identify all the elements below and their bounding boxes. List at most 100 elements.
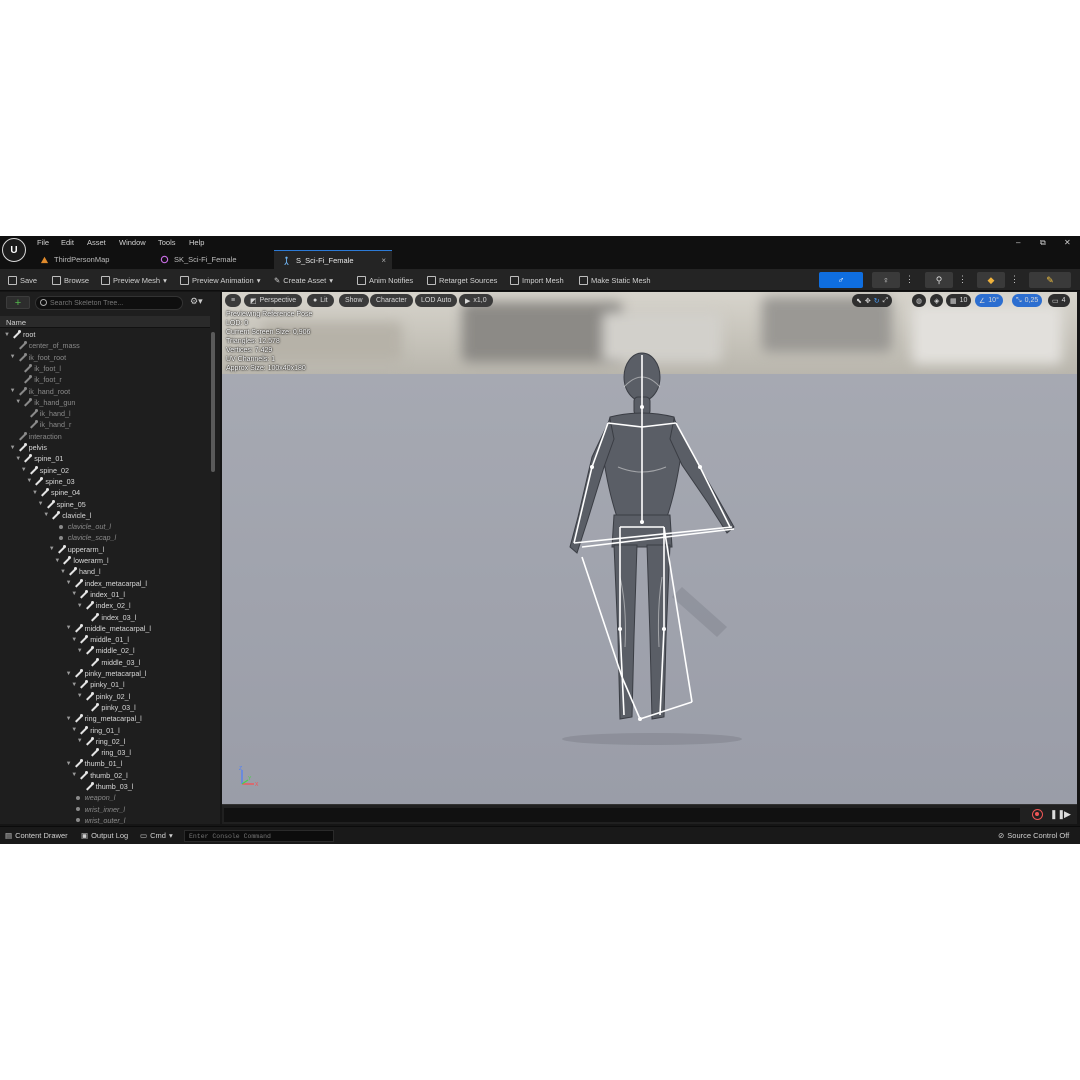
add-bone-button[interactable]: + — [6, 296, 30, 309]
expand-chevron-icon[interactable]: ▼ — [15, 456, 21, 462]
tree-row-middle-03-l[interactable]: middle_03_l — [82, 657, 140, 668]
tree-row-clavicle-l[interactable]: ▼ clavicle_l — [43, 510, 91, 521]
expand-chevron-icon[interactable]: ▼ — [77, 738, 83, 744]
column-header[interactable]: Name — [0, 316, 210, 328]
tree-row-thumb-03-l[interactable]: thumb_03_l — [77, 781, 133, 792]
expand-chevron-icon[interactable]: ▼ — [71, 591, 77, 597]
tree-row-ik-hand-r[interactable]: ik_hand_r — [21, 419, 71, 430]
tree-row-center-of-mass[interactable]: center_of_mass — [10, 340, 80, 351]
tree-row-pinky-02-l[interactable]: ▼ pinky_02_l — [77, 691, 130, 702]
tree-row-thumb-02-l[interactable]: ▼ thumb_02_l — [71, 770, 128, 781]
expand-chevron-icon[interactable]: ▼ — [49, 546, 55, 552]
expand-chevron-icon[interactable]: ▼ — [32, 490, 38, 496]
expand-chevron-icon[interactable]: ▼ — [71, 772, 77, 778]
lod-dropdown[interactable]: LOD Auto — [415, 294, 458, 307]
tree-row-pinky-03-l[interactable]: pinky_03_l — [82, 702, 136, 713]
tree-row-clavicle-out-l[interactable]: clavicle_out_l — [49, 521, 111, 532]
tree-row-middle-02-l[interactable]: ▼ middle_02_l — [77, 645, 135, 656]
preview-mesh-dropdown[interactable]: Preview Mesh ▾ — [101, 273, 167, 287]
tab-s-sci-fi-female[interactable]: S_Sci-Fi_Female × — [274, 250, 392, 269]
menu-edit[interactable]: Edit — [61, 238, 74, 247]
menu-help[interactable]: Help — [189, 238, 204, 247]
expand-chevron-icon[interactable]: ▼ — [66, 671, 72, 677]
tree-row-pinky-01-l[interactable]: ▼ pinky_01_l — [71, 679, 125, 690]
tree-row-ring-03-l[interactable]: ring_03_l — [82, 747, 131, 758]
tab-sk-sci-fi-female[interactable]: SK_Sci-Fi_Female — [152, 250, 272, 269]
pause-icon[interactable]: ❚❚ — [1050, 809, 1065, 820]
show-dropdown[interactable]: Show — [339, 294, 369, 307]
scale-icon[interactable]: ⤢ — [883, 297, 889, 305]
retarget-sources-button[interactable]: Retarget Sources — [427, 273, 497, 287]
browse-button[interactable]: Browse — [52, 273, 89, 287]
rotation-snap-toggle[interactable]: ∠ 10° — [975, 294, 1003, 307]
tree-row-upperarm-l[interactable]: ▼ upperarm_l — [49, 544, 104, 555]
rotate-icon[interactable]: ↻ — [874, 297, 880, 305]
translate-icon[interactable]: ✥ — [865, 297, 871, 305]
expand-chevron-icon[interactable]: ▼ — [15, 399, 21, 405]
tree-row-index-01-l[interactable]: ▼ index_01_l — [71, 589, 125, 600]
tree-row-ik-foot-r[interactable]: ik_foot_r — [15, 374, 62, 385]
tree-scrollbar[interactable] — [211, 332, 215, 472]
expand-chevron-icon[interactable]: ▼ — [66, 761, 72, 767]
tree-row-ik-hand-l[interactable]: ik_hand_l — [21, 408, 71, 419]
hamburger-menu-icon[interactable]: ≡ — [225, 294, 241, 307]
tree-row-middle-metacarpal-l[interactable]: ▼ middle_metacarpal_l — [66, 623, 151, 634]
expand-chevron-icon[interactable]: ▼ — [60, 569, 66, 575]
create-asset-dropdown[interactable]: ✎ Create Asset ▾ — [274, 273, 333, 287]
tree-row-clavicle-scap-l[interactable]: clavicle_scap_l — [49, 532, 116, 543]
save-button[interactable]: Save — [8, 273, 37, 287]
tree-row-ring-metacarpal-l[interactable]: ▼ ring_metacarpal_l — [66, 713, 142, 724]
skeleton-search-input[interactable] — [50, 297, 180, 309]
tree-row-ik-foot-l[interactable]: ik_foot_l — [15, 363, 61, 374]
playback-speed-dropdown[interactable]: ▶ x1,0 — [459, 294, 493, 307]
source-control-button[interactable]: ⊘ Source Control Off — [998, 831, 1069, 840]
output-log-button[interactable]: ▣ Output Log — [81, 831, 128, 840]
expand-chevron-icon[interactable]: ▼ — [77, 603, 83, 609]
menu-file[interactable]: File — [37, 238, 49, 247]
tree-row-lowerarm-l[interactable]: ▼ lowerarm_l — [54, 555, 109, 566]
expand-chevron-icon[interactable]: ▼ — [66, 625, 72, 631]
timeline-track[interactable] — [224, 808, 1020, 822]
skeleton-mode-button[interactable]: ♂ — [819, 272, 863, 288]
surface-snap-toggle[interactable]: ◈ — [930, 294, 944, 307]
preview-animation-dropdown[interactable]: Preview Animation ▾ — [180, 273, 260, 287]
tree-row-hand-l[interactable]: ▼ hand_l — [60, 566, 101, 577]
transform-tools-group[interactable]: ⬉ ✥ ↻ ⤢ — [852, 294, 893, 307]
tree-row-wrist-inner-l[interactable]: wrist_inner_l — [66, 804, 125, 815]
tree-row-spine-04[interactable]: ▼ spine_04 — [32, 487, 80, 498]
animation-mode-button[interactable]: ⚲ — [925, 272, 953, 288]
expand-chevron-icon[interactable]: ▼ — [10, 354, 16, 360]
cmd-dropdown[interactable]: ▭ Cmd ▾ — [140, 831, 173, 840]
tree-row-wrist-outer-l[interactable]: wrist_outer_l — [66, 815, 126, 824]
expand-chevron-icon[interactable]: ▼ — [71, 682, 77, 688]
expand-chevron-icon[interactable]: ▼ — [71, 727, 77, 733]
unreal-logo-icon[interactable]: U — [2, 238, 26, 262]
character-mesh[interactable] — [522, 347, 782, 747]
tab-thirdpersonmap[interactable]: ThirdPersonMap — [32, 250, 150, 269]
expand-chevron-icon[interactable]: ▼ — [77, 648, 83, 654]
blueprint-mode-button[interactable]: ◆ — [977, 272, 1005, 288]
expand-chevron-icon[interactable]: ▼ — [66, 716, 72, 722]
expand-chevron-icon[interactable]: ▼ — [21, 467, 27, 473]
tree-row-thumb-01-l[interactable]: ▼ thumb_01_l — [66, 758, 122, 769]
make-static-mesh-button[interactable]: Make Static Mesh — [579, 273, 651, 287]
tree-row-ring-02-l[interactable]: ▼ ring_02_l — [77, 736, 125, 747]
world-local-toggle[interactable]: ◍ — [912, 294, 927, 307]
gear-icon[interactable]: ⚙▾ — [190, 296, 203, 307]
tree-row-interaction[interactable]: interaction — [10, 431, 62, 442]
perspective-dropdown[interactable]: ◩ Perspective — [244, 294, 303, 307]
tree-row-index-02-l[interactable]: ▼ index_02_l — [77, 600, 131, 611]
tree-row-index-metacarpal-l[interactable]: ▼ index_metacarpal_l — [66, 578, 147, 589]
maximize-button[interactable]: ⧉ — [1040, 238, 1046, 248]
mesh-mode-button[interactable]: ♀ — [872, 272, 900, 288]
more-options-icon[interactable]: ⋮ — [1010, 274, 1019, 285]
expand-chevron-icon[interactable]: ▼ — [26, 478, 32, 484]
tree-row-spine-05[interactable]: ▼ spine_05 — [38, 499, 86, 510]
preview-viewport[interactable]: ≡ ◩ Perspective ● Lit Show Character LOD… — [222, 292, 1077, 804]
content-drawer-button[interactable]: ▤ Content Drawer — [5, 831, 68, 840]
tree-row-spine-02[interactable]: ▼ spine_02 — [21, 465, 69, 476]
menu-asset[interactable]: Asset — [87, 238, 106, 247]
expand-chevron-icon[interactable]: ▼ — [66, 580, 72, 586]
tree-row-ik-hand-root[interactable]: ▼ ik_hand_root — [10, 386, 70, 397]
expand-chevron-icon[interactable]: ▼ — [54, 558, 60, 564]
